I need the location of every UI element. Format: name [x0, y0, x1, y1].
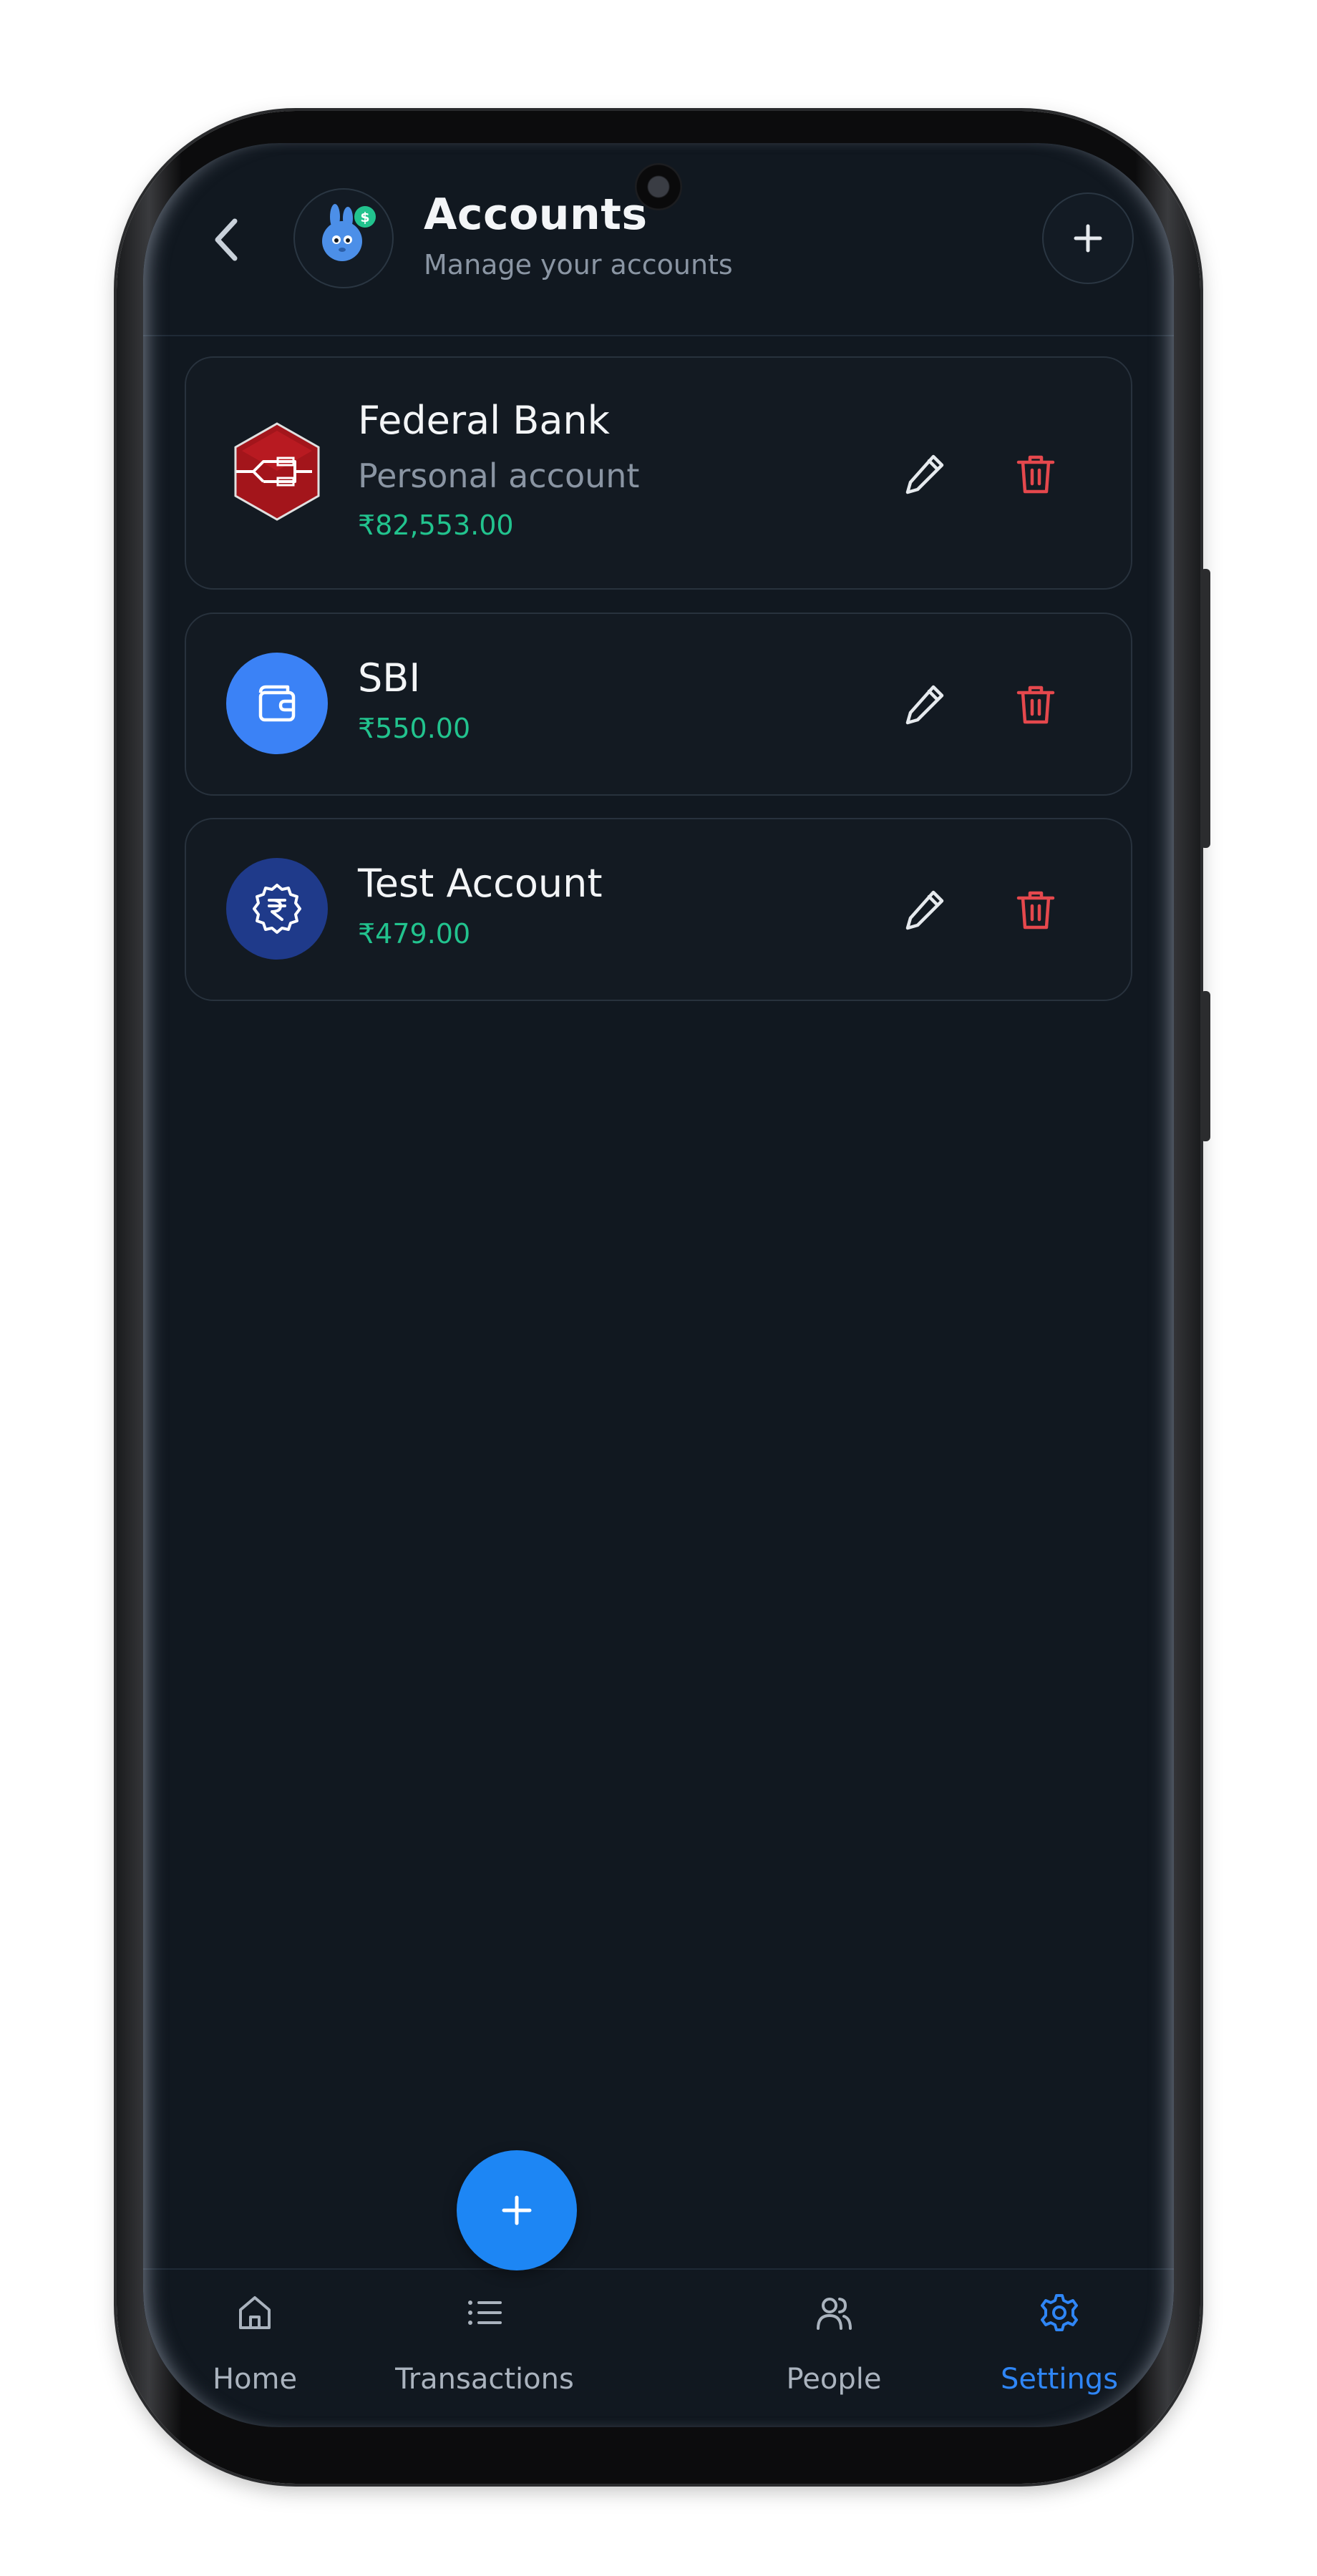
account-type: Personal account — [358, 457, 640, 495]
account-card[interactable]: Federal Bank Personal account ₹82,553.00 — [185, 356, 1132, 590]
page-subtitle: Manage your accounts — [424, 249, 733, 280]
nav-settings[interactable]: Settings — [966, 2270, 1152, 2413]
nav-label: Home — [212, 2363, 298, 2396]
pencil-icon — [905, 454, 944, 494]
pencil-icon — [905, 890, 944, 930]
app-logo-avatar: $ — [293, 188, 394, 288]
page-header: $ Accounts Manage your accounts — [143, 143, 1174, 336]
bunny-logo-icon: $ — [322, 204, 376, 261]
nav-people[interactable]: People — [741, 2270, 927, 2413]
wallet-icon — [226, 653, 328, 754]
chevron-left-icon — [215, 218, 238, 261]
trash-icon — [1016, 455, 1055, 494]
trash-icon — [1016, 686, 1055, 724]
add-transaction-fab[interactable] — [457, 2150, 577, 2270]
nav-home[interactable]: Home — [162, 2270, 348, 2413]
gear-icon — [1041, 2294, 1078, 2331]
account-name: Test Account — [358, 861, 603, 906]
federal-bank-logo — [226, 421, 328, 522]
delete-account-button[interactable] — [1013, 887, 1059, 932]
edit-account-button[interactable] — [902, 681, 948, 727]
account-name: Federal Bank — [358, 398, 610, 443]
nav-label: Settings — [1000, 2363, 1119, 2396]
account-card[interactable]: SBI ₹550.00 — [185, 613, 1132, 796]
add-account-button[interactable] — [1042, 192, 1134, 284]
account-balance: ₹550.00 — [358, 713, 471, 744]
nav-transactions[interactable]: Transactions — [392, 2270, 578, 2413]
delete-account-button[interactable] — [1013, 451, 1059, 497]
list-icon — [468, 2301, 502, 2325]
rupee-badge-icon — [226, 858, 328, 960]
edit-account-button[interactable] — [902, 451, 948, 497]
plus-icon — [502, 2195, 532, 2225]
nav-label: People — [786, 2363, 882, 2396]
app-screen: $ Accounts Manage your accounts Federal … — [143, 143, 1174, 2427]
volume-button — [1200, 569, 1210, 848]
power-button — [1200, 991, 1210, 1141]
trash-icon — [1016, 891, 1055, 930]
account-name: SBI — [358, 655, 421, 701]
svg-text:$: $ — [360, 210, 369, 225]
page-title: Accounts — [424, 190, 648, 240]
plus-icon — [1074, 224, 1102, 253]
account-balance: ₹82,553.00 — [358, 509, 514, 541]
people-icon — [817, 2298, 852, 2330]
edit-account-button[interactable] — [902, 887, 948, 932]
home-icon — [239, 2296, 271, 2329]
account-card[interactable]: Test Account ₹479.00 — [185, 818, 1132, 1001]
bottom-nav: Home Transactions People Settings — [143, 2268, 1174, 2427]
nav-label: Transactions — [395, 2363, 574, 2396]
delete-account-button[interactable] — [1013, 681, 1059, 727]
account-balance: ₹479.00 — [358, 918, 471, 950]
pencil-icon — [905, 685, 944, 725]
back-button[interactable] — [200, 211, 258, 268]
